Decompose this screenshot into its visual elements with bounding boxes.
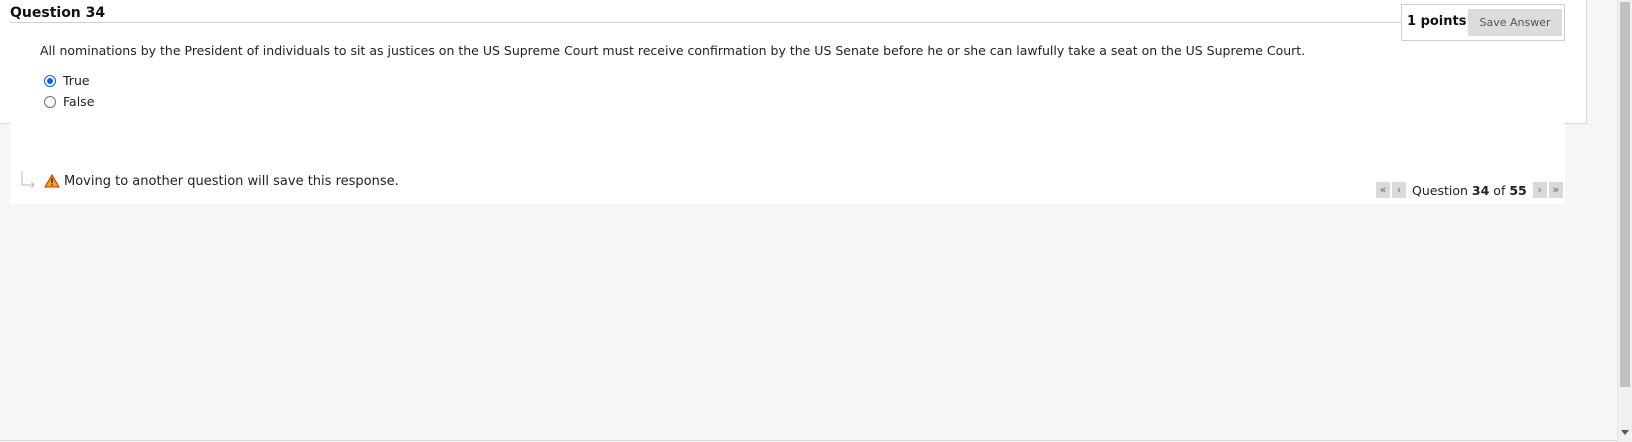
radio-false[interactable] <box>44 95 56 108</box>
vertical-scrollbar[interactable] <box>1617 0 1632 442</box>
double-chevron-left-icon[interactable]: « <box>1376 182 1390 198</box>
title-divider <box>10 22 1402 23</box>
bottom-divider <box>0 440 1617 441</box>
answer-option-false[interactable]: False <box>44 94 94 109</box>
points-label: 1 points <box>1407 14 1467 29</box>
save-notice: Moving to another question will save thi… <box>20 170 399 192</box>
save-notice-text: Moving to another question will save thi… <box>64 173 399 189</box>
pager-total: 55 <box>1509 182 1527 198</box>
pager-prefix: Question <box>1412 182 1468 198</box>
chevron-left-icon[interactable]: ‹ <box>1392 182 1406 198</box>
chevron-right-icon[interactable]: › <box>1532 182 1547 198</box>
question-prompt: All nominations by the President of indi… <box>40 43 1306 58</box>
save-answer-button[interactable]: Save Answer <box>1468 9 1562 36</box>
pager-of: of <box>1493 182 1506 198</box>
scroll-down-arrow-icon[interactable] <box>1621 430 1629 435</box>
answer-option-true[interactable]: True <box>44 73 90 88</box>
question-panel: Question 34 1 points Save Answer All nom… <box>0 0 1587 124</box>
scrollbar-thumb[interactable] <box>1620 2 1630 387</box>
double-chevron-right-icon[interactable]: » <box>1548 182 1563 198</box>
pager-text: Question 34 of 55 <box>1412 183 1527 198</box>
question-pager: « ‹ Question 34 of 55 › » <box>1376 181 1565 199</box>
page: Question 34 1 points Save Answer All nom… <box>0 0 1617 442</box>
warning-icon <box>44 174 60 188</box>
question-title: Question 34 <box>10 5 106 21</box>
pager-current: 34 <box>1471 182 1490 198</box>
corner-arrow-icon <box>21 171 35 189</box>
answer-label-true: True <box>63 73 90 88</box>
points-box: 1 points Save Answer <box>1401 4 1565 41</box>
answer-label-false: False <box>63 94 95 109</box>
radio-true-selected[interactable] <box>44 74 56 87</box>
